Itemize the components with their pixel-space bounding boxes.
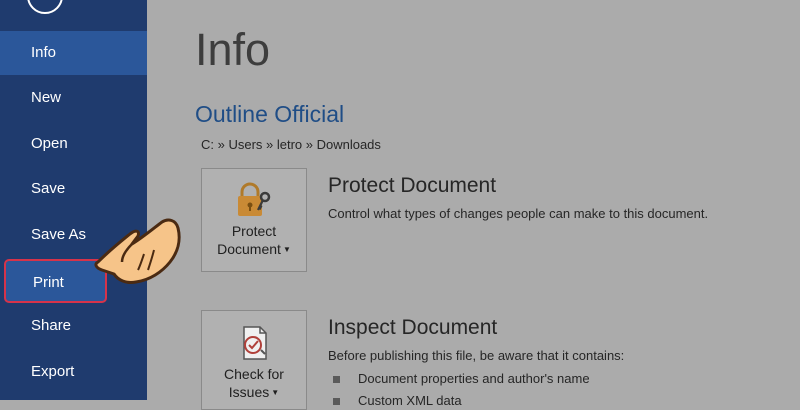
info-panel: Info Outline Official C: » Users » letro… [147, 0, 800, 410]
list-item: Custom XML data [333, 393, 462, 408]
check-button-label-1: Check for [224, 366, 284, 382]
inspect-document-heading: Inspect Document [328, 316, 498, 339]
lock-key-icon [238, 182, 271, 216]
sidebar-item-export[interactable]: Export [0, 350, 147, 394]
document-name: Outline Official [195, 101, 345, 127]
protect-button-label-2: Document [217, 241, 281, 257]
back-button[interactable] [27, 0, 63, 14]
check-for-issues-button[interactable]: Check for Issues ▼ [201, 310, 307, 410]
dropdown-caret-icon: ▼ [282, 245, 291, 255]
protect-document-description: Control what types of changes people can… [328, 206, 709, 221]
list-item-text: Custom XML data [358, 393, 462, 408]
checklist-icon [243, 326, 267, 360]
check-button-label-2: Issues [228, 384, 270, 400]
sidebar-item-share[interactable]: Share [0, 304, 147, 348]
protect-button-label-1: Protect [231, 223, 277, 239]
bullet-icon [333, 398, 340, 406]
sidebar-item-info[interactable]: Info [0, 31, 147, 75]
sidebar-item-new[interactable]: New [0, 76, 147, 120]
sidebar-item-open[interactable]: Open [0, 122, 147, 166]
protect-document-button[interactable]: Protect Document ▼ [201, 168, 307, 272]
pointing-hand-icon [94, 218, 181, 284]
page-title: Info [195, 24, 271, 75]
list-item-text: Document properties and author's name [358, 371, 590, 386]
list-item: Document properties and author's name [333, 371, 590, 386]
protect-document-heading: Protect Document [328, 174, 497, 197]
dropdown-caret-icon: ▼ [271, 388, 280, 398]
inspect-document-description: Before publishing this file, be aware th… [328, 348, 625, 363]
document-path[interactable]: C: » Users » letro » Downloads [201, 137, 381, 152]
bullet-icon [333, 376, 340, 384]
